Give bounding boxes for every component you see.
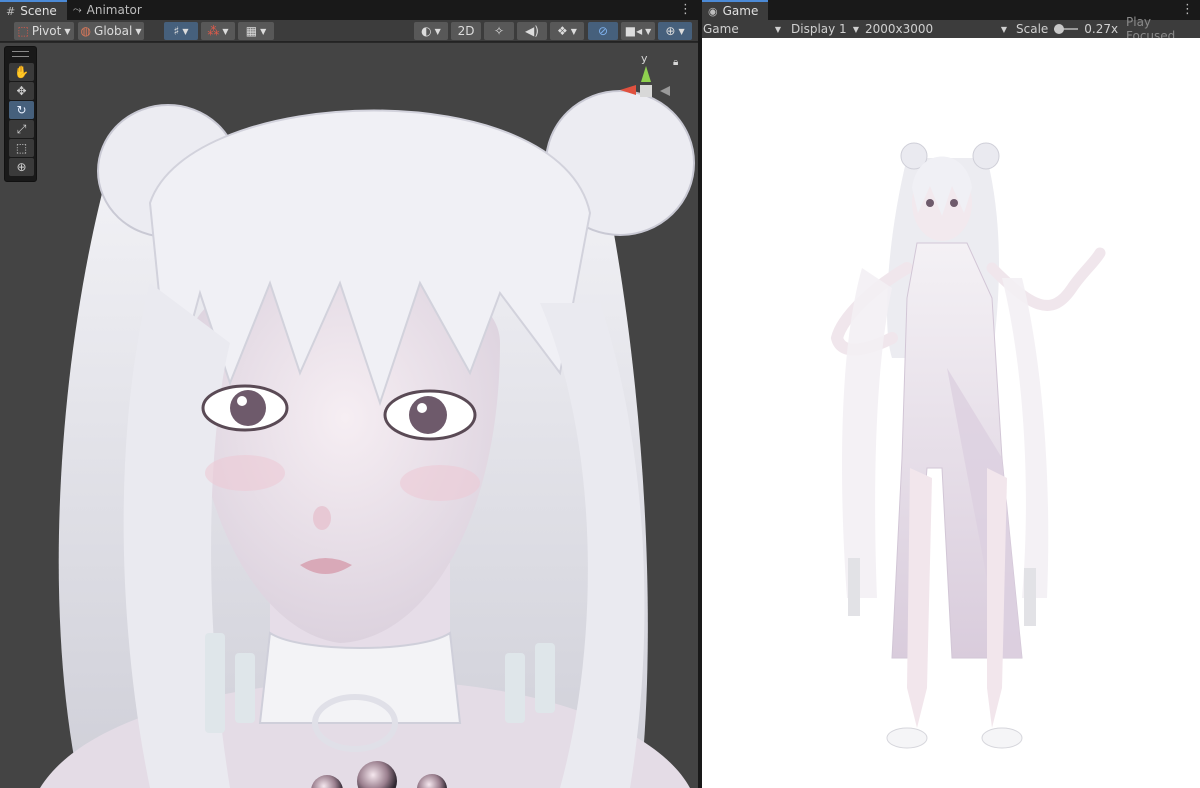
2d-toggle[interactable]: 2D <box>451 22 481 40</box>
tab-scene-label: Scene <box>20 4 57 18</box>
pivot-label: Pivot <box>31 24 62 38</box>
chevron-down-icon: ▼ <box>182 26 189 36</box>
display-label: Display 1 <box>791 22 847 36</box>
scene-viewport[interactable] <box>0 43 698 788</box>
orientation-gizmo[interactable]: y 🔒︎ <box>612 52 682 112</box>
chevron-down-icon: ▼ <box>774 24 781 34</box>
audio-icon: ◀) <box>525 24 539 38</box>
chevron-down-icon: ▼ <box>570 26 577 36</box>
game-toolbar: Game ▼ Display 1 ▼ 2000x3000 ▼ Scale 0.2… <box>702 15 1200 43</box>
scale-value: 0.27x <box>1084 22 1119 36</box>
increment-snap-button[interactable]: ⁂ ▼ <box>201 22 235 40</box>
drag-handle-icon[interactable] <box>12 51 29 57</box>
hidden-objects-toggle[interactable]: ⊘ <box>588 22 618 40</box>
scale-tool-button[interactable]: ⤢ <box>9 120 34 138</box>
gizmos-icon: ⊕ <box>665 24 676 38</box>
global-label: Global <box>94 24 133 38</box>
chevron-down-icon: ▼ <box>852 24 859 34</box>
scene-tabbar: # Scene ⤳ Animator ⋮ <box>0 0 698 20</box>
shading-mode-button[interactable]: ◐ ▼ <box>414 22 448 40</box>
tab-animator[interactable]: ⤳ Animator <box>67 0 152 20</box>
chevron-down-icon: ▼ <box>434 26 441 36</box>
scene-character-render <box>40 90 695 788</box>
game-mode-dropdown[interactable]: Game ▼ <box>703 20 781 38</box>
gizmo-axes-icon <box>620 66 670 97</box>
scale-slider[interactable] <box>1053 24 1079 34</box>
game-mode-label: Game <box>703 22 739 36</box>
snap-icon: ⁂ <box>207 24 220 38</box>
pivot-dropdown[interactable]: ⬚ Pivot ▼ <box>14 22 74 40</box>
gamepad-icon: ◉ <box>708 4 718 18</box>
grid-icon: # <box>6 4 16 18</box>
scale-control: Scale 0.27x <box>1016 20 1118 38</box>
scene-toolbar: ⬚ Pivot ▼ ◍ Global ▼ ♯ ▼ ⁂ ▼ ▦ ▼ ◐ ▼ 2D … <box>0 20 698 42</box>
chevron-down-icon: ▼ <box>678 26 685 36</box>
rotate-icon: ↻ <box>16 103 27 117</box>
eye-slash-icon: ⊘ <box>597 24 609 38</box>
2d-label: 2D <box>457 24 475 38</box>
move-tool-button[interactable]: ✥ <box>9 82 34 100</box>
camera-icon: ■◂ <box>624 24 643 38</box>
grid-snap-icon: ♯ <box>173 24 180 38</box>
grid-visibility-button[interactable]: ▦ ▼ <box>238 22 274 40</box>
resolution-dropdown[interactable]: 2000x3000 ▼ <box>865 20 1007 38</box>
scene-menu-icon[interactable]: ⋮ <box>679 2 692 18</box>
chevron-down-icon: ▼ <box>222 26 229 36</box>
play-focused-dropdown[interactable]: Play Focused <box>1126 15 1200 43</box>
lighting-toggle[interactable]: ✧ <box>484 22 514 40</box>
rotate-tool-button[interactable]: ↻ <box>9 101 34 119</box>
game-character-render <box>830 142 1106 749</box>
grid-snap-button[interactable]: ♯ ▼ <box>164 22 198 40</box>
unity-editor: # Scene ⤳ Animator ⋮ ⬚ Pivot ▼ ◍ Global … <box>0 0 1200 788</box>
move-icon: ✥ <box>16 84 27 98</box>
hand-icon: ✋ <box>14 65 29 79</box>
global-dropdown[interactable]: ◍ Global ▼ <box>78 22 144 40</box>
game-panel: ◉ Game ⋮ Game ▼ Display 1 ▼ 2000x3000 ▼ … <box>702 0 1200 788</box>
scene-panel: # Scene ⤳ Animator ⋮ ⬚ Pivot ▼ ◍ Global … <box>0 0 698 788</box>
effects-button[interactable]: ❖ ▼ <box>550 22 584 40</box>
hand-tool-button[interactable]: ✋ <box>9 63 34 81</box>
lightbulb-icon: ✧ <box>493 24 505 38</box>
camera-button[interactable]: ■◂ ▼ <box>621 22 655 40</box>
tab-animator-label: Animator <box>86 3 142 17</box>
resolution-label: 2000x3000 <box>865 22 934 36</box>
chevron-down-icon: ▼ <box>1000 24 1007 34</box>
pivot-icon: ⬚ <box>17 24 29 38</box>
transform-icon: ⊕ <box>16 160 27 174</box>
audio-toggle[interactable]: ◀) <box>517 22 547 40</box>
scale-slider-knob[interactable] <box>1053 24 1064 34</box>
tab-game-label: Game <box>722 4 759 18</box>
transform-tool-button[interactable]: ⊕ <box>9 158 34 176</box>
chevron-down-icon: ▼ <box>135 26 142 36</box>
chevron-down-icon: ▼ <box>260 26 267 36</box>
animator-icon: ⤳ <box>72 3 82 16</box>
chevron-down-icon: ▼ <box>645 26 652 36</box>
scale-label: Scale <box>1016 22 1049 36</box>
grid-icon: ▦ <box>245 24 258 38</box>
tab-scene[interactable]: # Scene <box>0 0 67 20</box>
rect-icon: ⬚ <box>15 141 28 155</box>
rect-tool-button[interactable]: ⬚ <box>9 139 34 157</box>
chevron-down-icon: ▼ <box>64 26 71 36</box>
globe-icon: ◍ <box>80 24 92 38</box>
tab-game[interactable]: ◉ Game <box>702 0 769 20</box>
effects-icon: ❖ <box>557 24 568 38</box>
scale-icon: ⤢ <box>16 121 27 136</box>
tools-overlay: ✋ ✥ ↻ ⤢ ⬚ ⊕ <box>4 46 37 182</box>
game-view[interactable] <box>702 38 1200 788</box>
gizmos-button[interactable]: ⊕ ▼ <box>658 22 692 40</box>
display-dropdown[interactable]: Display 1 ▼ <box>791 20 859 38</box>
shading-icon: ◐ <box>421 24 432 38</box>
